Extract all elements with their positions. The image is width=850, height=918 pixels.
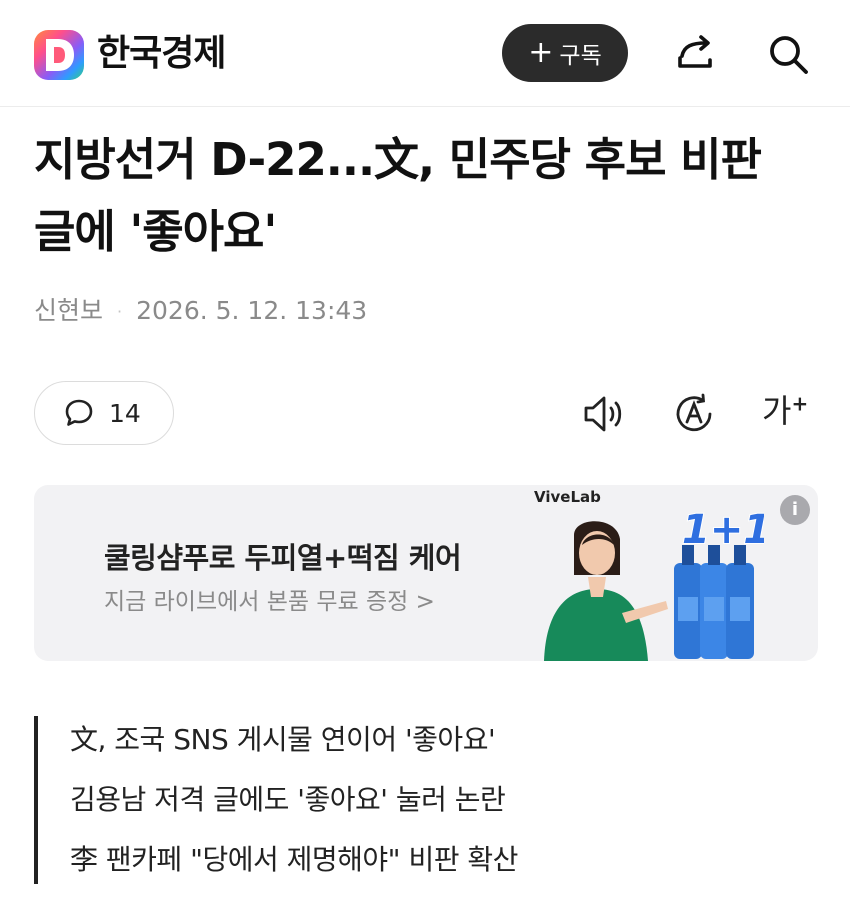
daum-logo-icon[interactable]	[34, 30, 84, 80]
font-size-plus-icon: +	[791, 391, 809, 416]
summary-line: 김용남 저격 글에도 '좋아요' 눌러 논란	[70, 783, 506, 816]
top-bar: 한국경제 + 구독	[0, 0, 850, 107]
plus-icon: +	[528, 35, 554, 70]
ad-headline: 쿨링샴푸로 두피열+떡짐 케어	[104, 541, 462, 575]
article-title: 지방선거 D-22...文, 민주당 후보 비판 글에 '좋아요'	[34, 133, 762, 258]
translate-icon[interactable]	[670, 390, 718, 438]
comment-count: 14	[109, 398, 141, 428]
subscribe-button[interactable]: + 구독	[502, 24, 628, 82]
share-icon[interactable]	[672, 30, 720, 78]
font-size-label: 가	[762, 392, 792, 430]
speaker-icon[interactable]	[580, 390, 628, 438]
shampoo-bottles	[674, 545, 754, 659]
comment-icon	[65, 399, 93, 426]
byline-separator: ·	[117, 302, 123, 321]
comment-button[interactable]: 14	[34, 381, 174, 445]
search-icon[interactable]	[764, 30, 812, 78]
ad-promo-badge: 1+1	[682, 507, 764, 553]
advertisement-banner[interactable]: 쿨링샴푸로 두피열+떡짐 케어 지금 라이브에서 본품 무료 증정 > Vive…	[34, 485, 818, 661]
article-byline: 신현보 · 2026. 5. 12. 13:43	[34, 293, 367, 330]
ad-model-product-image: 1+1	[544, 506, 764, 661]
ad-subtext: 지금 라이브에서 본품 무료 증정 >	[104, 589, 435, 615]
summary-line: 李 팬카페 "당에서 제명해야" 비판 확산	[70, 843, 518, 876]
ad-brand-logo: ViveLab	[534, 488, 601, 506]
info-icon[interactable]: i	[780, 495, 810, 525]
publish-date: 2026. 5. 12. 13:43	[136, 296, 368, 325]
brand-name[interactable]: 한국경제	[97, 30, 226, 78]
subscribe-label: 구독	[559, 43, 602, 69]
article-summary: 文, 조국 SNS 게시물 연이어 '좋아요' 김용남 저격 글에도 '좋아요'…	[34, 716, 738, 884]
font-size-button[interactable]: 가+	[762, 386, 822, 438]
summary-line: 文, 조국 SNS 게시물 연이어 '좋아요'	[70, 723, 496, 756]
author-name[interactable]: 신현보	[34, 296, 103, 325]
